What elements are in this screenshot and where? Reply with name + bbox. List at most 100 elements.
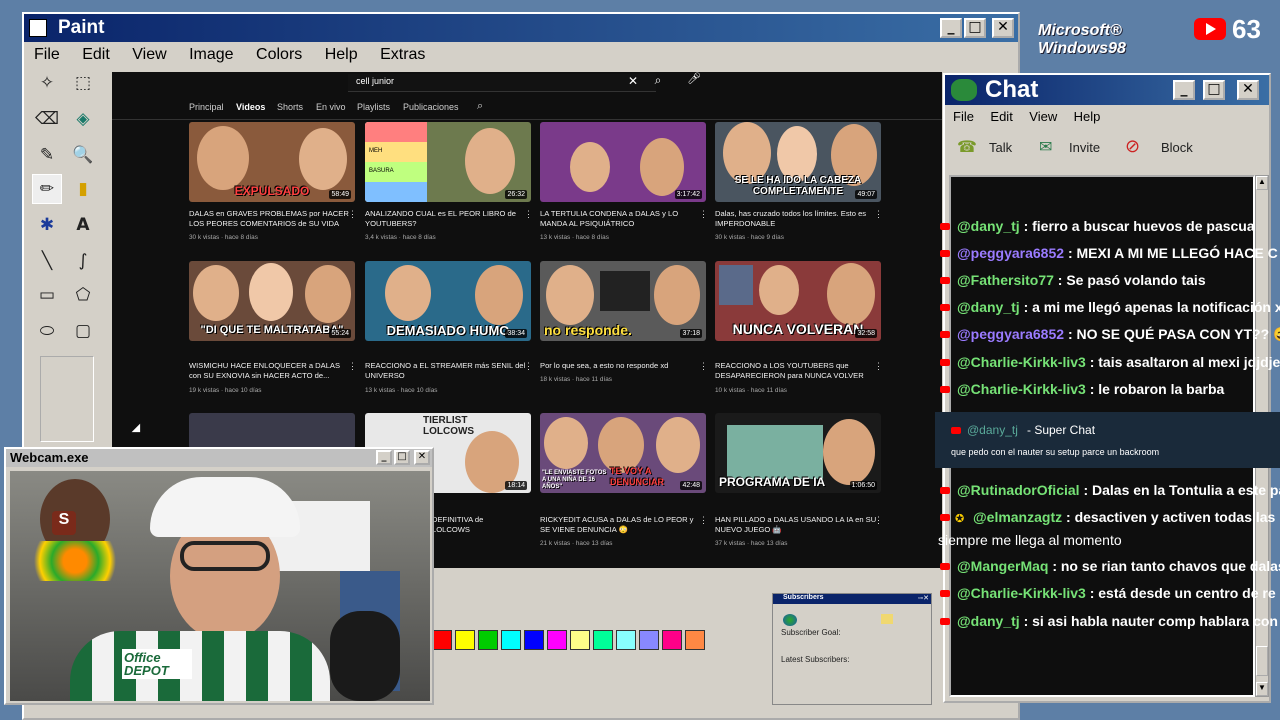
menu-file[interactable]: File bbox=[34, 46, 60, 64]
yt-search-bar[interactable]: cell junior ✕ bbox=[348, 74, 656, 92]
video-title[interactable]: REACCIONO a EL STREAMER más SENIL del UN… bbox=[365, 361, 529, 381]
more-options-icon[interactable]: ⋮ bbox=[524, 361, 533, 372]
rect-select-icon[interactable]: ⬚ bbox=[68, 68, 98, 98]
subscribers-title-bar[interactable]: Subscribers ▫▫✕ bbox=[773, 594, 931, 604]
webcam-close-button[interactable]: ✕ bbox=[414, 450, 430, 465]
menu-help[interactable]: Help bbox=[325, 46, 358, 64]
talk-button[interactable]: Talk bbox=[989, 140, 1012, 155]
close-button[interactable]: ✕ bbox=[992, 18, 1014, 38]
tab-principal[interactable]: Principal bbox=[189, 102, 224, 112]
color-swatch[interactable] bbox=[432, 630, 452, 650]
block-button[interactable]: Block bbox=[1161, 140, 1193, 155]
tab-publicaciones[interactable]: Publicaciones bbox=[403, 102, 459, 112]
more-options-icon[interactable]: ⋮ bbox=[348, 361, 357, 372]
color-swatch[interactable] bbox=[524, 630, 544, 650]
line-icon[interactable]: ╲ bbox=[32, 246, 62, 276]
video-thumbnail[interactable]: DEMASIADO HUMO 38:34 bbox=[365, 261, 531, 341]
more-options-icon[interactable]: ⋮ bbox=[699, 515, 708, 526]
video-thumbnail[interactable] bbox=[189, 413, 355, 449]
chat-menu-file[interactable]: File bbox=[953, 109, 974, 124]
chat-menu-edit[interactable]: Edit bbox=[990, 109, 1012, 124]
color-swatch[interactable] bbox=[593, 630, 613, 650]
invite-icon[interactable]: ✉ bbox=[1039, 137, 1052, 157]
video-title[interactable]: RICKYEDIT ACUSA a DALAS de LO PEOR y SE … bbox=[540, 515, 704, 535]
ellipse-icon[interactable]: ⬭ bbox=[32, 316, 62, 346]
more-options-icon[interactable]: ⋮ bbox=[348, 209, 357, 220]
video-title[interactable]: HAN PILLADO a DALAS USANDO LA IA en SU N… bbox=[715, 515, 879, 535]
video-thumbnail[interactable]: SE LE HA IDO LA CABEZA COMPLETAMENTE 49:… bbox=[715, 122, 881, 202]
invite-button[interactable]: Invite bbox=[1069, 140, 1100, 155]
chat-menu-view[interactable]: View bbox=[1029, 109, 1057, 124]
video-title[interactable]: DALAS en GRAVES PROBLEMAS por HACER LOS … bbox=[189, 209, 353, 229]
video-thumbnail[interactable]: "LE ENVIASTE FOTOS A UNA NIÑA DE 16 AÑOS… bbox=[540, 413, 706, 493]
color-swatch[interactable] bbox=[616, 630, 636, 650]
chat-title-bar[interactable]: Chat _ □ ✕ bbox=[945, 75, 1269, 105]
minimize-button[interactable]: _ bbox=[940, 18, 962, 38]
more-options-icon[interactable]: ⋮ bbox=[874, 209, 883, 220]
curve-icon[interactable]: ∫ bbox=[68, 246, 98, 276]
video-thumbnail[interactable]: PROGRAMA DE IA 1:06:50 bbox=[715, 413, 881, 493]
chat-minimize-button[interactable]: _ bbox=[1173, 80, 1195, 100]
more-options-icon[interactable]: ⋮ bbox=[874, 361, 883, 372]
video-title[interactable]: DEFINITIVA de LOLCOWS bbox=[432, 515, 522, 535]
webcam-minimize-button[interactable]: _ bbox=[376, 450, 392, 465]
microphone-icon[interactable]: 🎤︎ bbox=[686, 72, 702, 90]
eraser-icon[interactable]: ⌫ bbox=[32, 104, 62, 134]
menu-view[interactable]: View bbox=[132, 46, 166, 64]
webcam-maximize-button[interactable]: □ bbox=[394, 450, 410, 465]
color-swatch[interactable] bbox=[685, 630, 705, 650]
video-thumbnail[interactable]: MEH BASURA 26:32 bbox=[365, 122, 531, 202]
video-thumbnail[interactable]: 3:17:42 bbox=[540, 122, 706, 202]
video-title[interactable]: REACCIONO a LOS YOUTUBERS que DESAPARECI… bbox=[715, 361, 879, 381]
more-options-icon[interactable]: ⋮ bbox=[874, 515, 883, 526]
color-swatch[interactable] bbox=[501, 630, 521, 650]
magnifier-icon[interactable]: 🔍 bbox=[68, 140, 98, 170]
video-title[interactable]: LA TERTULIA CONDENA a DALAS y LO MANDA A… bbox=[540, 209, 704, 229]
pencil-icon[interactable]: ✏ bbox=[32, 174, 62, 204]
maximize-button[interactable]: □ bbox=[964, 18, 986, 38]
more-options-icon[interactable]: ⋮ bbox=[699, 361, 708, 372]
menu-colors[interactable]: Colors bbox=[256, 46, 302, 64]
video-thumbnail[interactable]: EXPULSADO 58:49 bbox=[189, 122, 355, 202]
scroll-down-icon[interactable]: ▼ bbox=[1256, 682, 1268, 696]
video-title[interactable]: Dalas, has cruzado todos los límites. Es… bbox=[715, 209, 879, 229]
paint-title-bar[interactable]: Paint _ □ ✕ bbox=[24, 14, 1018, 42]
chat-close-button[interactable]: ✕ bbox=[1237, 80, 1259, 100]
scroll-thumb[interactable] bbox=[1256, 646, 1268, 676]
color-picker-icon[interactable]: ✎ bbox=[32, 140, 62, 170]
airbrush-icon[interactable]: ✱ bbox=[32, 210, 62, 240]
chat-menu-help[interactable]: Help bbox=[1074, 109, 1101, 124]
scroll-up-icon[interactable]: ▲ bbox=[1256, 176, 1268, 190]
color-swatch[interactable] bbox=[478, 630, 498, 650]
talk-icon[interactable]: ☎ bbox=[957, 137, 977, 157]
polygon-icon[interactable]: ⬠ bbox=[68, 280, 98, 310]
search-icon[interactable]: ⌕ bbox=[648, 73, 668, 91]
rounded-rect-icon[interactable]: ▢ bbox=[68, 316, 98, 346]
menu-image[interactable]: Image bbox=[189, 46, 233, 64]
video-title[interactable]: Por lo que sea, a esto no responde xd bbox=[540, 361, 704, 371]
tab-shorts[interactable]: Shorts bbox=[277, 102, 303, 112]
free-select-icon[interactable]: ✧ bbox=[32, 68, 62, 98]
video-title[interactable]: ANALIZANDO CUAL es EL PEOR LIBRO de YOUT… bbox=[365, 209, 529, 229]
video-thumbnail[interactable]: NUNCA VOLVERAN 32:58 bbox=[715, 261, 881, 341]
video-title[interactable]: WISMICHU HACE ENLOQUECER a DALAS con SU … bbox=[189, 361, 353, 381]
color-swatch[interactable] bbox=[662, 630, 682, 650]
color-swatch[interactable] bbox=[547, 630, 567, 650]
webcam-title-bar[interactable]: Webcam.exe _ □ ✕ bbox=[6, 449, 432, 467]
tab-videos[interactable]: Videos bbox=[236, 102, 265, 112]
block-icon[interactable]: ⊘ bbox=[1125, 136, 1140, 157]
video-thumbnail[interactable]: "DI QUE TE MALTRATABA" 55:24 bbox=[189, 261, 355, 341]
clear-search-icon[interactable]: ✕ bbox=[628, 74, 638, 88]
video-thumbnail[interactable]: no responde. 37:18 bbox=[540, 261, 706, 341]
fill-bucket-icon[interactable]: ◈ bbox=[68, 104, 98, 134]
channel-search-icon[interactable]: ⌕ bbox=[477, 100, 483, 113]
tool-options-box[interactable] bbox=[40, 356, 94, 442]
tab-en-vivo[interactable]: En vivo bbox=[316, 102, 346, 112]
menu-extras[interactable]: Extras bbox=[380, 46, 425, 64]
text-icon[interactable]: A bbox=[68, 210, 98, 240]
chat-maximize-button[interactable]: □ bbox=[1203, 80, 1225, 100]
more-options-icon[interactable]: ⋮ bbox=[699, 209, 708, 220]
rectangle-icon[interactable]: ▭ bbox=[32, 280, 62, 310]
brush-icon[interactable]: ▮ bbox=[68, 174, 98, 204]
color-swatch[interactable] bbox=[639, 630, 659, 650]
